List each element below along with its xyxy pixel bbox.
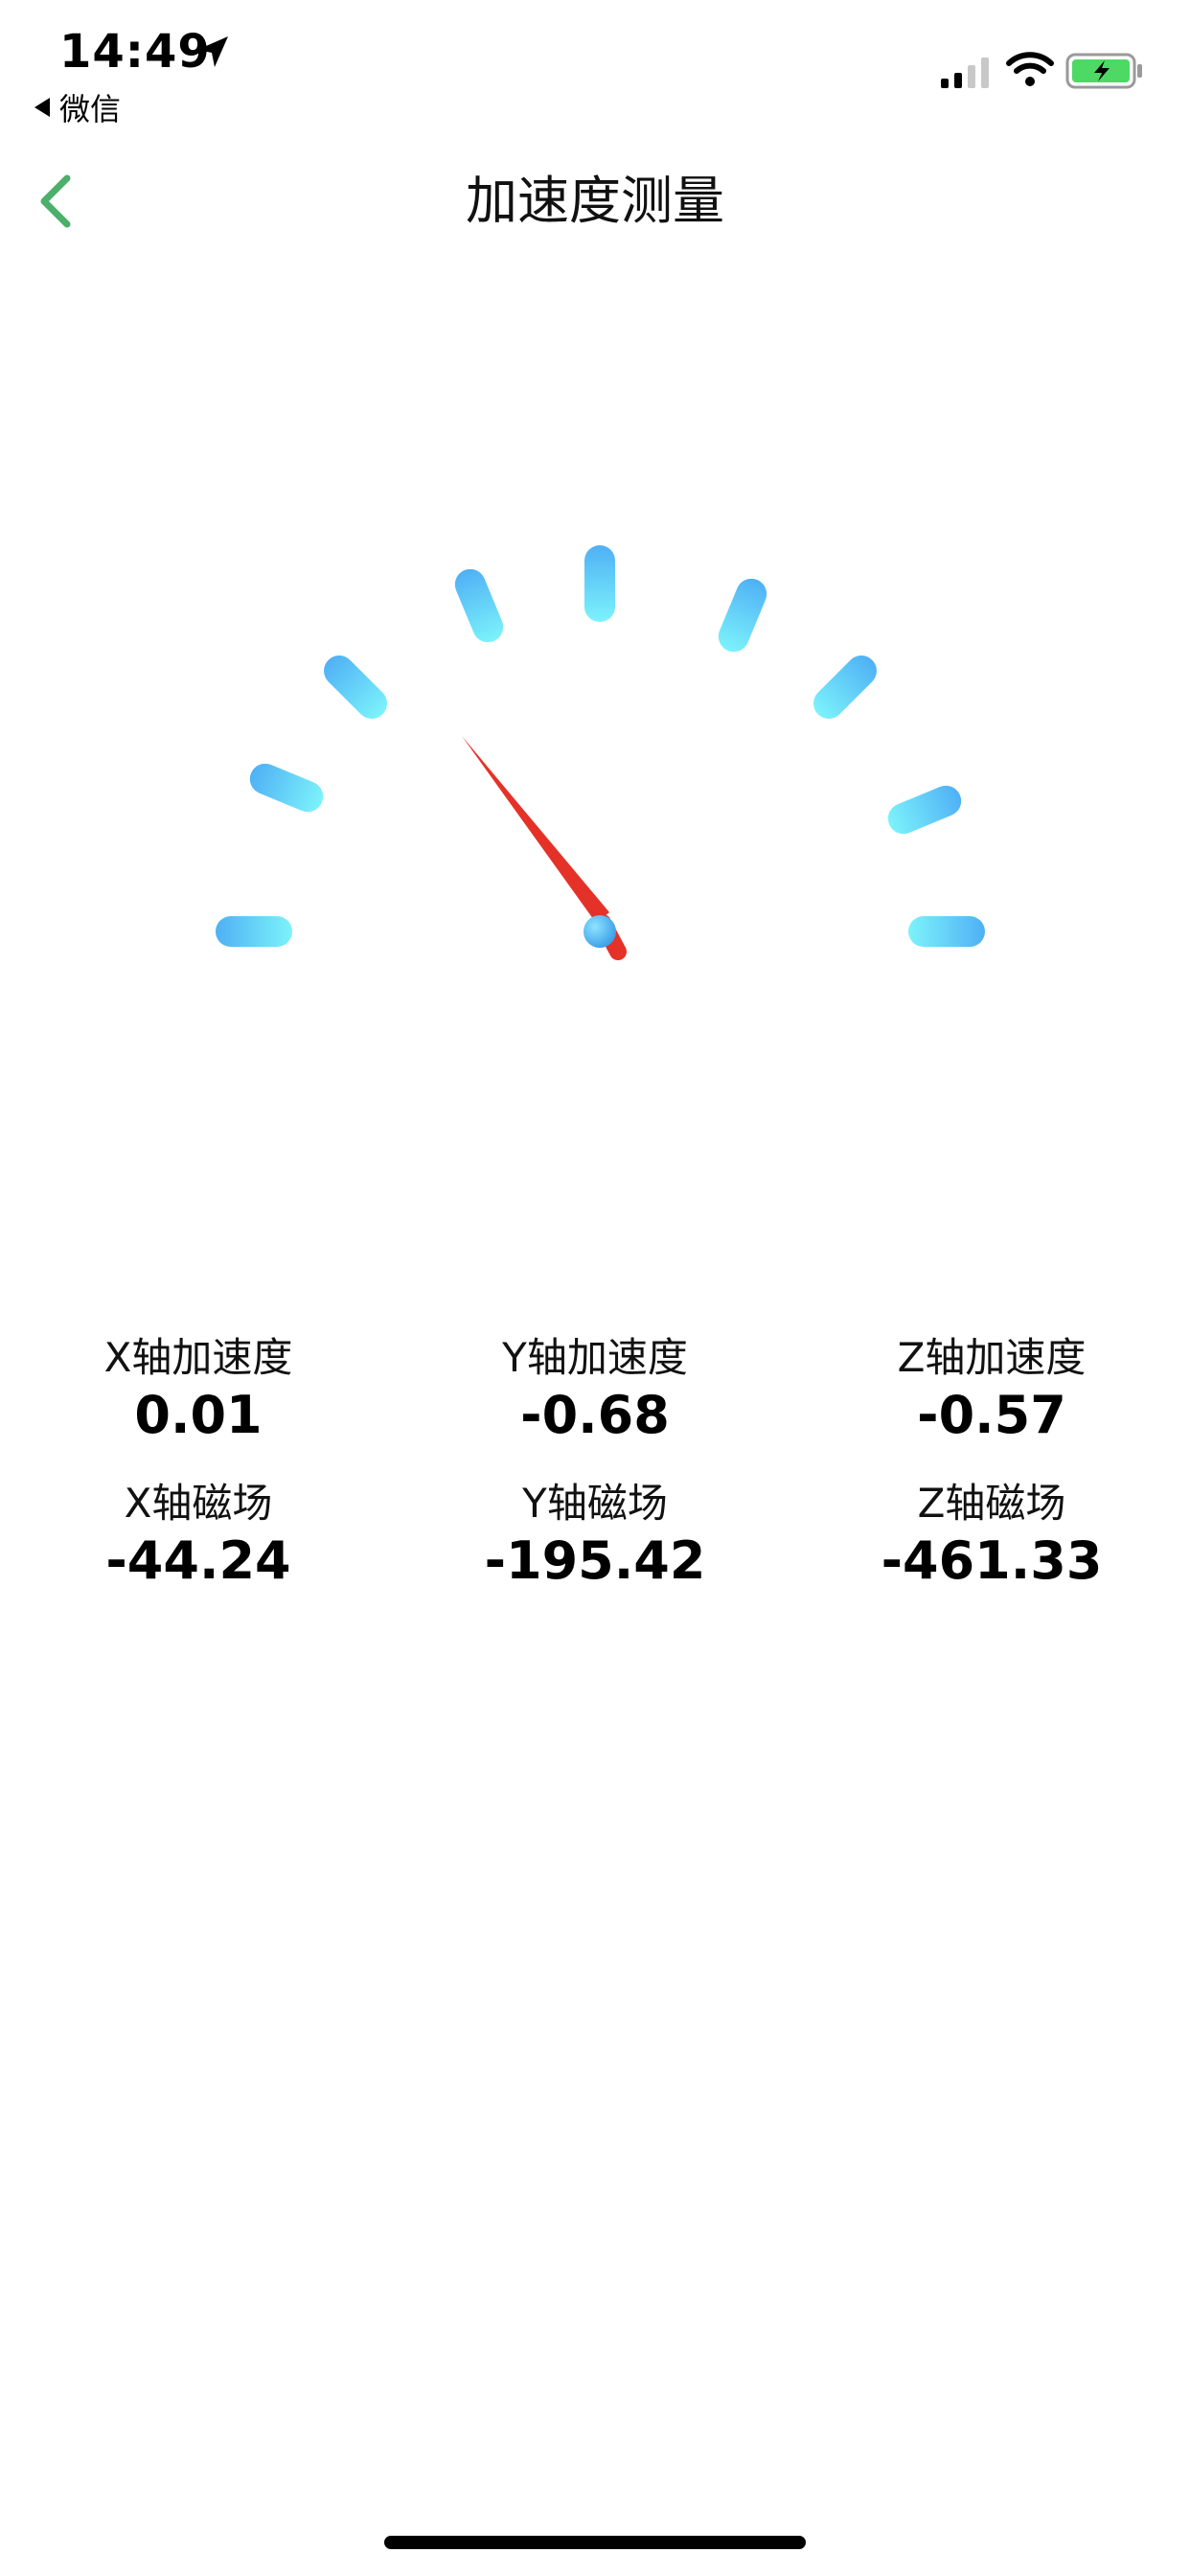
- gauge-tick: [216, 916, 292, 947]
- gauge-hub: [584, 915, 616, 948]
- gauge-tick: [887, 785, 962, 835]
- reading-value: -461.33: [881, 1530, 1103, 1591]
- reading-label: Z轴加速度: [897, 1334, 1087, 1381]
- reading-value: -0.68: [520, 1385, 670, 1445]
- reading-label: Y轴加速度: [502, 1334, 688, 1381]
- reading-value: -195.42: [484, 1530, 706, 1591]
- gauge-tick: [718, 578, 767, 653]
- reading-value: 0.01: [134, 1385, 263, 1445]
- reading-x-magnetic: X轴磁场 -44.24: [0, 1478, 397, 1593]
- reading-x-acceleration: X轴加速度 0.01: [0, 1332, 397, 1447]
- gauge-tick: [813, 656, 877, 719]
- reading-y-acceleration: Y轴加速度 -0.68: [397, 1332, 793, 1447]
- acceleration-gauge: [216, 545, 985, 960]
- gauge-tick: [454, 568, 504, 643]
- gauge-tick: [908, 916, 985, 947]
- reading-label: X轴加速度: [103, 1334, 293, 1381]
- gauge-tick: [584, 545, 615, 622]
- sensor-readings-grid: X轴加速度 0.01 Y轴加速度 -0.68 Z轴加速度 -0.57 X轴磁场 …: [0, 1332, 1190, 1593]
- reading-value: -0.57: [917, 1385, 1066, 1445]
- reading-label: Z轴磁场: [917, 1480, 1066, 1527]
- gauge-tick: [324, 656, 387, 719]
- home-indicator[interactable]: [384, 2536, 806, 2549]
- reading-z-magnetic: Z轴磁场 -461.33: [793, 1478, 1190, 1593]
- gauge-ticks: [216, 545, 985, 947]
- reading-label: Y轴磁场: [522, 1480, 668, 1527]
- reading-z-acceleration: Z轴加速度 -0.57: [793, 1332, 1190, 1447]
- reading-label: X轴磁场: [124, 1480, 273, 1527]
- reading-value: -44.24: [105, 1530, 291, 1591]
- reading-y-magnetic: Y轴磁场 -195.42: [397, 1478, 793, 1593]
- gauge-tick: [249, 763, 324, 813]
